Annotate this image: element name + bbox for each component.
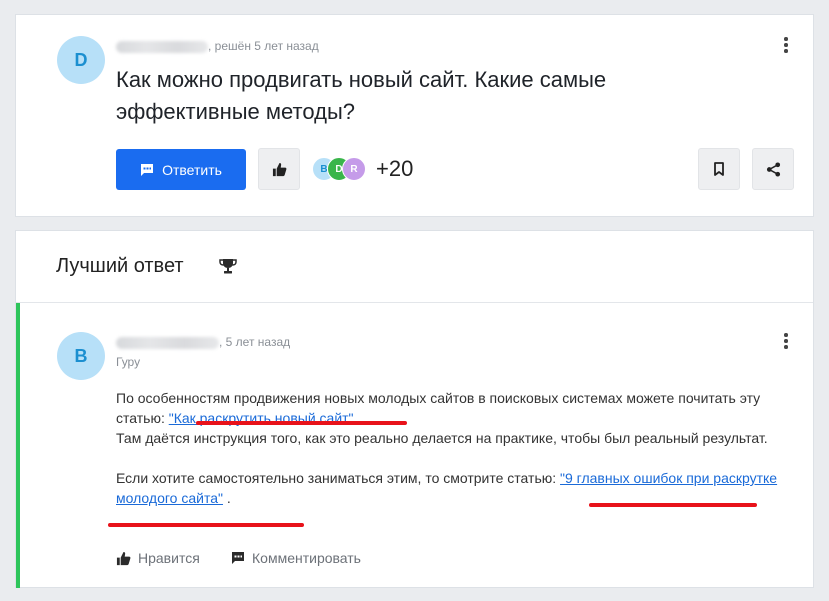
best-answer-card: Лучший ответ B , 5 лет назад Гуру По осо… — [15, 230, 814, 588]
comment-label: Комментировать — [252, 550, 361, 566]
red-underline-mark — [108, 523, 304, 527]
avatar-letter: B — [74, 345, 88, 366]
red-underline-mark — [196, 421, 407, 425]
question-meta: , решён 5 лет назад — [116, 39, 319, 53]
like-answer-button[interactable]: Нравится — [116, 550, 200, 566]
like-question-button[interactable] — [258, 148, 300, 190]
like-label: Нравится — [138, 550, 200, 566]
avatar-letter: D — [74, 49, 88, 70]
comment-button[interactable]: Комментировать — [231, 550, 361, 566]
follower-avatar: R — [342, 157, 366, 181]
answer-button[interactable]: Ответить — [116, 149, 246, 190]
share-icon — [766, 161, 780, 177]
comment-icon — [232, 552, 244, 564]
best-answer-accent-bar — [16, 303, 20, 588]
question-status-time: , решён 5 лет назад — [208, 39, 319, 53]
answer-button-label: Ответить — [162, 161, 222, 178]
share-button[interactable] — [752, 148, 794, 190]
author-rank: Гуру — [116, 355, 141, 369]
question-author-avatar[interactable]: D — [57, 36, 105, 84]
question-title: Как можно продвигать новый сайт. Какие с… — [116, 67, 607, 124]
chat-icon — [141, 163, 154, 176]
answer-meta: , 5 лет назад — [116, 335, 290, 349]
author-name-blurred[interactable] — [116, 336, 219, 349]
author-name-blurred[interactable] — [116, 40, 208, 53]
kebab-menu-icon[interactable] — [776, 35, 796, 55]
question-card: D , решён 5 лет назад Как можно продвига… — [15, 14, 814, 217]
red-underline-mark — [589, 503, 757, 507]
best-answer-header: Лучший ответ — [16, 231, 813, 303]
followers-count[interactable]: +20 — [376, 156, 413, 182]
answer-text: По особенностям продвижения новых молоды… — [116, 390, 778, 506]
thumb-up-icon — [116, 551, 131, 565]
answer-time: , 5 лет назад — [219, 335, 291, 349]
kebab-menu-icon[interactable] — [776, 331, 796, 351]
trophy-icon — [219, 259, 237, 274]
answer-author-avatar[interactable]: B — [57, 332, 105, 380]
thumb-up-icon — [272, 162, 286, 176]
bookmark-button[interactable] — [698, 148, 740, 190]
bookmark-icon — [714, 162, 724, 176]
best-answer-title: Лучший ответ — [56, 255, 184, 277]
